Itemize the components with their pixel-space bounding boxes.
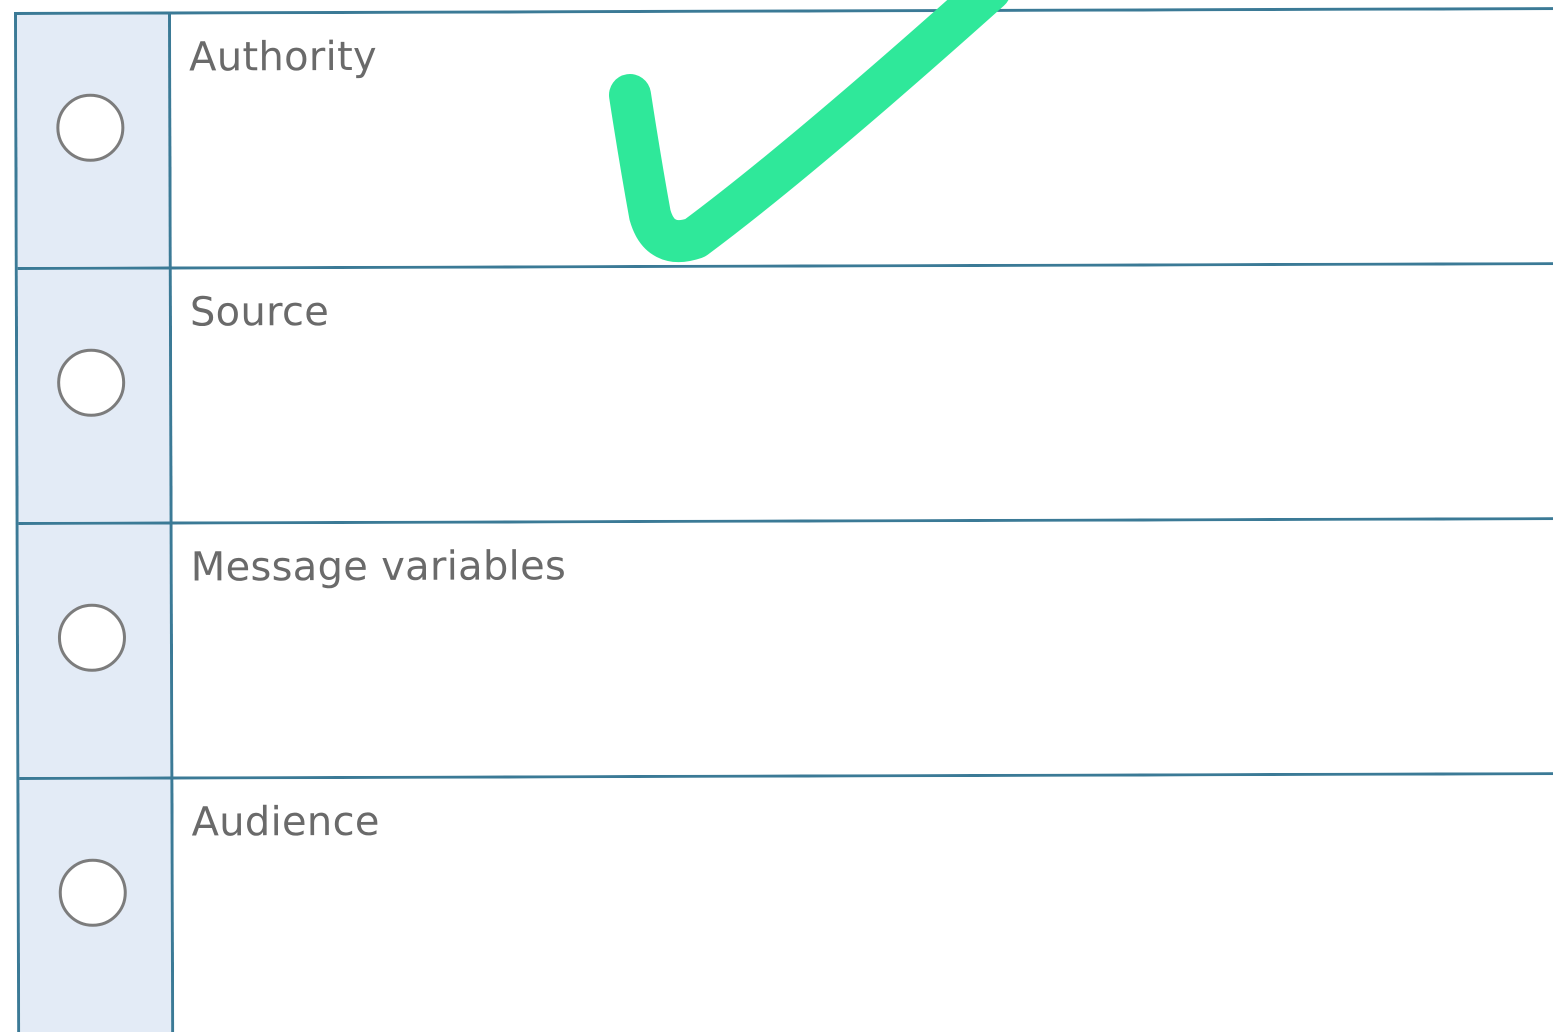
radio-button-message-variables[interactable] [57, 603, 127, 672]
radio-button-audience[interactable] [58, 858, 127, 927]
label-cell[interactable]: Audience [173, 775, 1553, 1032]
option-label-audience: Audience [191, 798, 380, 846]
option-label-message-variables: Message variables [190, 543, 567, 591]
radio-cell[interactable] [17, 269, 173, 522]
radio-cell[interactable] [19, 779, 175, 1032]
label-cell[interactable]: Authority [171, 10, 1553, 267]
option-audience[interactable]: Audience [19, 775, 1553, 1032]
radio-cell[interactable] [18, 524, 174, 777]
answer-options-page: Authority Source Message variables Audie… [0, 0, 1553, 1032]
option-authority[interactable]: Authority [17, 10, 1553, 270]
radio-cell[interactable] [17, 14, 172, 267]
answer-options-list: Authority Source Message variables Audie… [14, 7, 1553, 1032]
radio-button-authority[interactable] [56, 93, 125, 162]
label-cell[interactable]: Source [171, 265, 1553, 522]
radio-button-source[interactable] [57, 348, 126, 417]
label-cell[interactable]: Message variables [172, 520, 1553, 777]
option-label-authority: Authority [189, 33, 378, 81]
option-source[interactable]: Source [17, 265, 1553, 525]
option-message-variables[interactable]: Message variables [18, 520, 1553, 780]
option-label-source: Source [189, 289, 330, 336]
